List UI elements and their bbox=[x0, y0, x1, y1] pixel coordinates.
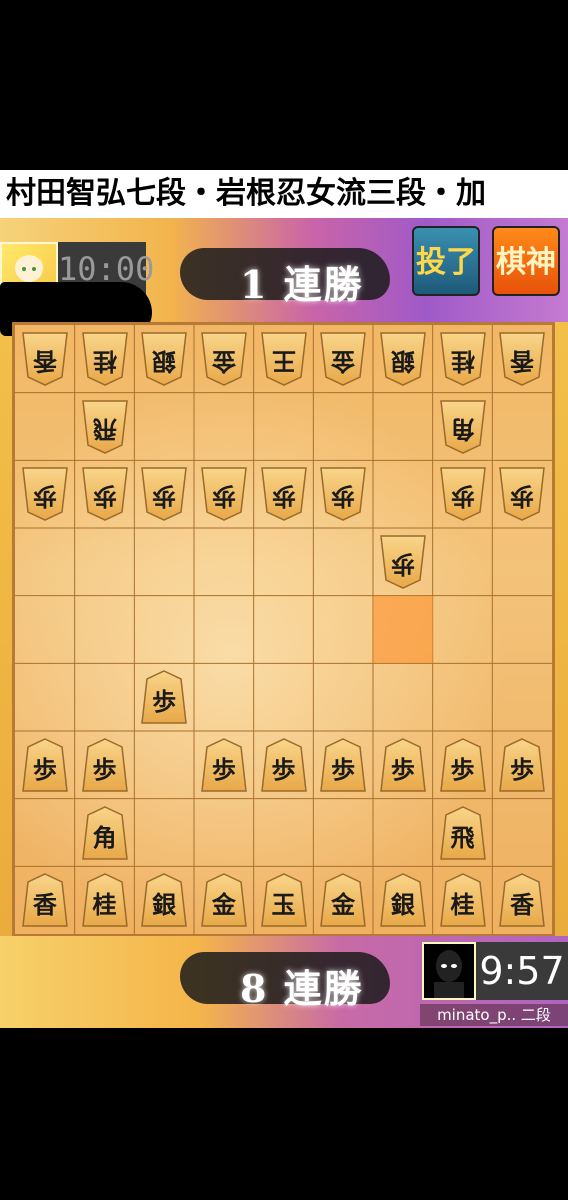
shogi-piece[interactable]: 歩 bbox=[379, 535, 426, 589]
shogi-piece[interactable]: 桂 bbox=[439, 873, 486, 927]
shogi-piece[interactable]: 香 bbox=[21, 873, 68, 927]
shogi-piece[interactable]: 歩 bbox=[141, 467, 187, 521]
shogi-piece[interactable]: 金 bbox=[200, 873, 247, 927]
player-name-rank: minato_p.. 二段 bbox=[420, 1004, 568, 1026]
piece-label: 歩 bbox=[211, 754, 236, 784]
piece-label: 歩 bbox=[510, 482, 535, 512]
piece-label: 歩 bbox=[450, 754, 475, 784]
shogi-piece[interactable]: 香 bbox=[499, 873, 545, 927]
shogi-piece[interactable]: 歩 bbox=[141, 670, 187, 724]
shogi-piece[interactable]: 玉 bbox=[260, 873, 307, 927]
shogi-piece[interactable]: 金 bbox=[320, 332, 366, 386]
shogi-piece[interactable]: 香 bbox=[21, 332, 68, 386]
piece-label: 歩 bbox=[32, 754, 57, 784]
piece-label: 歩 bbox=[211, 482, 236, 512]
piece-label: 歩 bbox=[271, 754, 296, 784]
kishin-button[interactable]: 棋神 bbox=[492, 226, 560, 296]
piece-label: 歩 bbox=[271, 482, 296, 512]
piece-label: 銀 bbox=[152, 346, 177, 376]
shogi-piece[interactable]: 桂 bbox=[439, 332, 486, 386]
piece-label: 金 bbox=[211, 890, 236, 920]
shogi-piece[interactable]: 角 bbox=[439, 399, 486, 454]
piece-label: 金 bbox=[211, 346, 236, 376]
piece-label: 飛 bbox=[450, 822, 475, 852]
piece-label: 歩 bbox=[390, 549, 415, 579]
broadcast-title-banner: 村田智弘七段・岩根忍女流三段・加 bbox=[0, 170, 568, 218]
piece-label: 玉 bbox=[271, 890, 296, 920]
piece-label: 銀 bbox=[390, 890, 415, 920]
shogi-piece[interactable]: 歩 bbox=[379, 737, 426, 792]
piece-label: 歩 bbox=[152, 482, 177, 512]
shogi-piece[interactable]: 銀 bbox=[379, 873, 426, 927]
last-move-highlight bbox=[373, 595, 433, 664]
shogi-piece[interactable]: 角 bbox=[81, 805, 128, 860]
piece-label: 角 bbox=[450, 414, 475, 444]
piece-label: 歩 bbox=[510, 754, 535, 784]
piece-label: 香 bbox=[510, 890, 535, 920]
shogi-piece[interactable]: 歩 bbox=[200, 737, 247, 792]
piece-label: 桂 bbox=[92, 890, 117, 920]
shogi-piece[interactable]: 桂 bbox=[81, 873, 128, 927]
shogi-piece[interactable]: 銀 bbox=[141, 332, 187, 386]
resign-button[interactable]: 投了 bbox=[412, 226, 480, 296]
shogi-piece[interactable]: 歩 bbox=[320, 467, 366, 521]
shogi-piece[interactable]: 歩 bbox=[439, 737, 486, 792]
piece-label: 歩 bbox=[92, 482, 117, 512]
opponent-win-streak: 1 連勝 bbox=[240, 262, 364, 307]
piece-label: 桂 bbox=[450, 346, 475, 376]
piece-label: 歩 bbox=[92, 754, 117, 784]
shogi-piece[interactable]: 歩 bbox=[499, 467, 545, 521]
piece-label: 桂 bbox=[92, 346, 117, 376]
piece-label: 王 bbox=[271, 346, 296, 376]
shogi-piece[interactable]: 銀 bbox=[379, 332, 426, 386]
shogi-piece[interactable]: 歩 bbox=[21, 737, 68, 792]
piece-label: 歩 bbox=[390, 754, 415, 784]
shogi-piece[interactable]: 歩 bbox=[200, 467, 247, 521]
shogi-piece[interactable]: 歩 bbox=[499, 737, 545, 792]
shogi-piece[interactable]: 歩 bbox=[439, 467, 486, 521]
shogi-game-screen: 1 連勝 10:00 投了 棋神 香桂銀金王金銀桂香飛角歩歩歩歩歩歩歩歩歩歩歩歩… bbox=[0, 218, 568, 1028]
piece-label: 銀 bbox=[390, 346, 415, 376]
shogi-piece[interactable]: 歩 bbox=[21, 467, 68, 521]
shogi-piece[interactable]: 王 bbox=[260, 332, 307, 386]
shogi-piece[interactable]: 銀 bbox=[141, 873, 187, 927]
shogi-piece[interactable]: 金 bbox=[200, 332, 247, 386]
piece-label: 歩 bbox=[32, 482, 57, 512]
piece-label: 歩 bbox=[331, 754, 356, 784]
piece-label: 金 bbox=[331, 346, 356, 376]
piece-label: 桂 bbox=[450, 890, 475, 920]
shogi-piece[interactable]: 歩 bbox=[260, 467, 307, 521]
shogi-board[interactable]: 香桂銀金王金銀桂香飛角歩歩歩歩歩歩歩歩歩歩歩歩歩歩歩歩歩歩角飛香桂銀金玉金銀桂香 bbox=[12, 322, 555, 937]
shogi-piece[interactable]: 歩 bbox=[260, 737, 307, 792]
player-clock: 9:57 bbox=[476, 942, 568, 1000]
piece-label: 歩 bbox=[450, 482, 475, 512]
shogi-piece[interactable]: 歩 bbox=[81, 737, 128, 792]
shogi-piece[interactable]: 歩 bbox=[81, 467, 128, 521]
shogi-piece[interactable]: 金 bbox=[320, 873, 366, 927]
player-win-streak: 8 連勝 bbox=[240, 966, 364, 1011]
piece-label: 銀 bbox=[152, 890, 177, 920]
shogi-piece[interactable]: 歩 bbox=[320, 737, 366, 792]
piece-label: 金 bbox=[331, 890, 356, 920]
shogi-piece[interactable]: 飛 bbox=[81, 399, 128, 454]
piece-label: 香 bbox=[32, 890, 57, 920]
piece-label: 角 bbox=[92, 822, 117, 852]
piece-label: 香 bbox=[32, 346, 57, 376]
player-avatar bbox=[422, 942, 476, 1000]
piece-label: 香 bbox=[510, 346, 535, 376]
shogi-piece[interactable]: 桂 bbox=[81, 332, 128, 386]
piece-label: 歩 bbox=[152, 687, 177, 717]
piece-label: 歩 bbox=[331, 482, 356, 512]
piece-label: 飛 bbox=[92, 414, 117, 444]
shogi-piece[interactable]: 飛 bbox=[439, 805, 486, 860]
shogi-piece[interactable]: 香 bbox=[499, 332, 545, 386]
